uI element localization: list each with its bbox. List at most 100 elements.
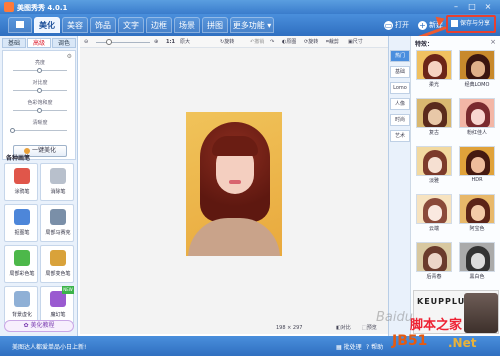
open-button[interactable]: ▭ 打开 (384, 18, 409, 32)
effect-post-youth[interactable]: 后青春 (414, 242, 454, 280)
effect-thumbnail (459, 50, 495, 80)
tab-beautify[interactable]: 美化 (34, 17, 60, 33)
effect-black-white[interactable]: 黑白色 (457, 242, 497, 280)
effect-elegant[interactable]: 淡雅 (414, 146, 454, 184)
maximize-icon[interactable]: □ (466, 2, 478, 12)
brush-background-blur-icon (14, 291, 30, 307)
app-logo-icon (4, 2, 14, 12)
effect-abao-color[interactable]: 阿宝色 (457, 194, 497, 232)
photo-fringe (212, 136, 258, 156)
zoom-slider[interactable] (96, 42, 150, 43)
crop-button[interactable]: ⌗裁剪 (326, 38, 339, 46)
tutorial-icon: ✿ (23, 322, 29, 329)
tab-accessories[interactable]: 饰品 (90, 17, 116, 33)
save-share-button[interactable]: 保存与分享 (446, 15, 496, 33)
subtab-basic[interactable]: 基础 (2, 38, 26, 48)
brush-color-change-icon (50, 250, 66, 266)
zoom-knob[interactable] (106, 39, 112, 45)
effects-panel: 特效： × 柔光 经典LOMO 复古 粉红佳人 淡雅 HDR 云端 阿宝色 后青… (410, 36, 500, 336)
subtab-color[interactable]: 调色 (52, 38, 76, 48)
category-portrait[interactable]: 人像 (390, 98, 410, 110)
effect-thumbnail (416, 242, 452, 272)
brightness-knob[interactable] (37, 68, 42, 73)
brush-color-change[interactable]: 局部变色笔 (40, 245, 74, 283)
ad-image (464, 293, 498, 333)
tutorial-button[interactable]: ✿ 美化教程 (4, 320, 74, 332)
portrait-photo (186, 112, 282, 256)
brush-magic[interactable]: 魔幻笔 NEW (40, 286, 74, 324)
effects-close-icon[interactable]: × (490, 38, 496, 46)
tab-border[interactable]: 边框 (146, 17, 172, 33)
redo-button[interactable]: ↷ (270, 38, 274, 46)
effect-thumbnail (416, 98, 452, 128)
canvas-footer: 198 × 297 ◧对比 ⬚预览 (80, 322, 388, 334)
tab-more[interactable]: 更多功能 ▾ (230, 17, 274, 33)
effect-soft-light[interactable]: 柔光 (414, 50, 454, 88)
brush-cutout-icon (14, 209, 30, 225)
brush-cutout[interactable]: 抠图笔 (4, 204, 38, 242)
category-basic[interactable]: 基础 (390, 66, 410, 78)
image-dimensions: 198 × 297 (276, 325, 303, 331)
canvas-area (80, 48, 388, 334)
brush-doodle[interactable]: 涂鸦笔 (4, 163, 38, 201)
saturation-knob[interactable] (37, 108, 42, 113)
rotate2-button[interactable]: ⟳旋转 (304, 38, 318, 46)
zoom-out-icon[interactable]: ⊖ (84, 38, 88, 46)
watermark-jb51: JB51 (392, 333, 428, 349)
sharpness-knob[interactable] (10, 128, 15, 133)
minimize-icon[interactable]: – (450, 2, 462, 12)
canvas-toolbar: ⊖ ⊕ 1:1 原大 ↻旋转 ↶撤销 ↷ ◐原图 ⟳旋转 ⌗裁剪 ▣尺寸 (80, 36, 388, 48)
close-icon[interactable]: × (482, 2, 494, 12)
effect-thumbnail (416, 146, 452, 176)
brush-partial-color-icon (14, 250, 30, 266)
category-hot[interactable]: 热门 (390, 50, 410, 62)
preview-button[interactable]: ⬚预览 (362, 324, 377, 332)
effect-category-bar: 热门 基础 Lomo 人像 时尚 艺术 (388, 36, 410, 336)
contrast-knob[interactable] (37, 88, 42, 93)
zoom-in-icon[interactable]: ⊕ (154, 38, 158, 46)
slider-label-contrast: 对比度 (32, 80, 48, 86)
brush-eraser[interactable]: 消除笔 (40, 163, 74, 201)
batch-button[interactable]: ▦ 批处理 (336, 342, 362, 351)
help-button[interactable]: ? 帮助 (366, 342, 383, 351)
effect-vintage[interactable]: 复古 (414, 98, 454, 136)
slider-label-sharpness: 清晰度 (32, 120, 48, 126)
brush-doodle-icon (14, 168, 30, 184)
original-size-button[interactable]: 原大 (180, 38, 190, 46)
effect-classic-lomo[interactable]: 经典LOMO (457, 50, 497, 88)
sharpness-slider[interactable] (13, 130, 67, 131)
effects-title: 特效： (415, 41, 434, 48)
category-art[interactable]: 艺术 (390, 130, 410, 142)
effect-thumbnail (416, 50, 452, 80)
tab-text[interactable]: 文字 (118, 17, 144, 33)
brush-mosaic[interactable]: 局部马赛克 (40, 204, 74, 242)
subtab-advanced[interactable]: 高级 (27, 38, 51, 48)
new-badge: NEW (62, 286, 74, 294)
photo-lips (229, 180, 241, 184)
subtab-bar: 基础 高级 调色 (2, 38, 76, 48)
watermark-baidu: Baidu (376, 310, 413, 325)
effect-thumbnail (459, 98, 495, 128)
tab-beauty[interactable]: 美容 (62, 17, 88, 33)
effect-thumbnail (416, 194, 452, 224)
original-image-button[interactable]: ◐原图 (282, 38, 296, 46)
watermark-site-name: 脚本之家 (410, 318, 463, 333)
tab-collage[interactable]: 拼图 (202, 17, 228, 33)
compare-button[interactable]: ◧对比 (336, 324, 351, 332)
brush-partial-color[interactable]: 局部彩色笔 (4, 245, 38, 283)
zoom-ratio[interactable]: 1:1 (166, 38, 175, 46)
brush-background-blur[interactable]: 背景虚化 (4, 286, 38, 324)
tab-scene[interactable]: 场景 (174, 17, 200, 33)
tab-home[interactable] (8, 17, 32, 33)
effect-cloud[interactable]: 云端 (414, 194, 454, 232)
slider-label-brightness: 亮度 (34, 60, 45, 66)
effect-hdr[interactable]: HDR (457, 146, 497, 184)
size-button[interactable]: ▣尺寸 (348, 38, 363, 46)
adjust-panel: ⚙ 亮度 对比度 色彩饱和度 清晰度 一键美化 (2, 50, 76, 160)
category-fashion[interactable]: 时尚 (390, 114, 410, 126)
status-message[interactable]: 美图达人都爱单品小日上新! (12, 342, 86, 351)
effect-pink-lady[interactable]: 粉红佳人 (457, 98, 497, 136)
rotate-button[interactable]: ↻旋转 (220, 38, 234, 46)
undo-button[interactable]: ↶撤销 (250, 38, 264, 46)
category-lomo[interactable]: Lomo (390, 82, 410, 94)
